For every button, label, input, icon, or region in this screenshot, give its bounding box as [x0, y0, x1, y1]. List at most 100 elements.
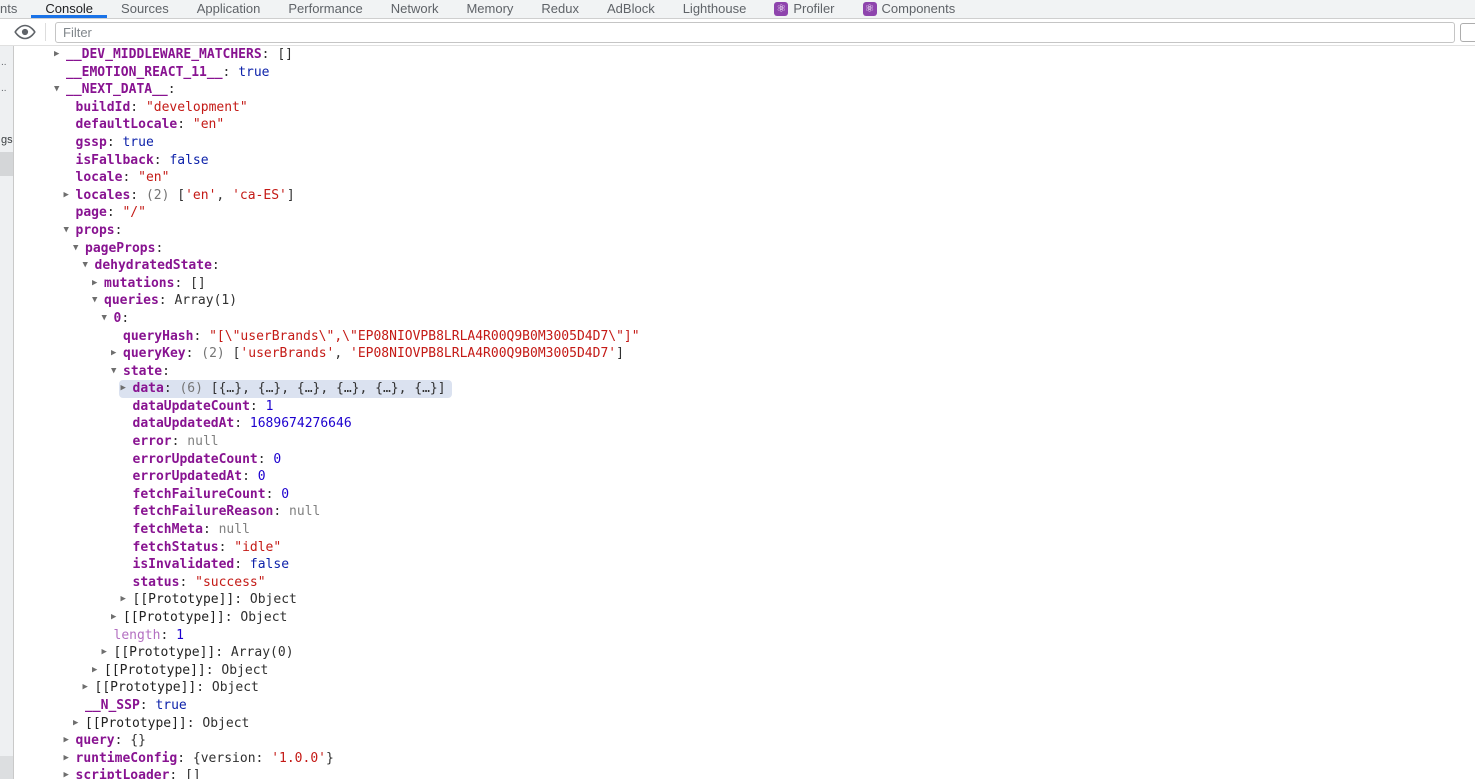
console-tree-row[interactable]: errorUpdateCount: 0 [14, 451, 1475, 469]
expand-arrow-icon[interactable]: ▶ [64, 750, 76, 768]
console-tree-row[interactable]: fetchFailureCount: 0 [14, 486, 1475, 504]
tab-redux[interactable]: Redux [527, 0, 593, 18]
punctuation: : [179, 574, 196, 590]
react-devtools-icon: ⚛ [862, 2, 877, 16]
expand-arrow-icon[interactable]: ▶ [102, 644, 114, 662]
console-tree-row[interactable]: ▶ [[Prototype]]: Object [14, 609, 1475, 627]
tab-sources[interactable]: Sources [107, 0, 183, 18]
console-tree-row[interactable]: ▶ query: {} [14, 732, 1475, 750]
console-tree-row[interactable]: page: "/" [14, 204, 1475, 222]
console-filter-input[interactable] [55, 22, 1455, 43]
sidebar-bottom-item[interactable] [0, 756, 13, 779]
collapse-arrow-icon[interactable]: ▼ [92, 292, 104, 310]
expand-arrow-icon[interactable]: ▶ [111, 345, 123, 363]
console-tree-row[interactable]: fetchStatus: "idle" [14, 539, 1475, 557]
expand-arrow-icon[interactable]: ▶ [64, 767, 76, 779]
console-tree-row[interactable]: length: 1 [14, 627, 1475, 645]
tab-application[interactable]: Application [183, 0, 275, 18]
console-tree-row[interactable]: fetchMeta: null [14, 521, 1475, 539]
expand-arrow-icon[interactable]: ▶ [54, 46, 66, 64]
punctuation: : [114, 222, 123, 238]
console-tree-row[interactable]: isInvalidated: false [14, 556, 1475, 574]
collapse-arrow-icon[interactable]: ▼ [54, 81, 66, 99]
console-tree-row[interactable]: dataUpdatedAt: 1689674276646 [14, 415, 1475, 433]
collapse-arrow-icon[interactable]: ▼ [73, 240, 85, 258]
console-tree-row[interactable]: ▼ queries: Array(1) [14, 292, 1475, 310]
console-tree-row[interactable]: ▶ __DEV_MIDDLEWARE_MATCHERS: [] [14, 46, 1475, 64]
console-tree-row[interactable]: ▶ locales: (2) ['en', 'ca-ES'] [14, 187, 1475, 205]
console-tree-row[interactable]: ▶ [[Prototype]]: Object [14, 715, 1475, 733]
console-tree-row[interactable]: ▼ state: [14, 363, 1475, 381]
sidebar-item-fragment[interactable]: gs [1, 134, 13, 146]
tab-adblock[interactable]: AdBlock [593, 0, 669, 18]
property-key: fetchMeta [132, 522, 203, 538]
prototype-key: [[Prototype]] [104, 662, 206, 678]
array-length-hint: (2) [201, 346, 233, 362]
collapse-arrow-icon[interactable]: ▼ [111, 363, 123, 381]
object-preview: [{…}, {…}, {…}, {…}, {…}, {…}] [210, 381, 446, 397]
string-value: 'EP08NIOVPB8LRLA4R00Q9B0M3005D4D7' [350, 346, 617, 362]
console-tree-row[interactable]: errorUpdatedAt: 0 [14, 468, 1475, 486]
tab-performance[interactable]: Performance [274, 0, 376, 18]
tab-console[interactable]: Console [31, 0, 107, 18]
tab-components[interactable]: ⚛ Components [849, 0, 970, 18]
console-tree-row[interactable]: ▶ queryKey: (2) ['userBrands', 'EP08NIOVP… [14, 345, 1475, 363]
console-tree-row[interactable]: ▼ pageProps: [14, 240, 1475, 258]
console-tree-row[interactable]: status: "success" [14, 574, 1475, 592]
console-tree-row[interactable]: error: null [14, 433, 1475, 451]
console-tree-row[interactable]: __N_SSP: true [14, 697, 1475, 715]
expand-arrow-icon[interactable]: ▶ [73, 715, 85, 733]
expand-arrow-icon[interactable]: ▶ [121, 380, 133, 398]
right-partial-control[interactable] [1460, 23, 1475, 42]
expand-arrow-icon[interactable]: ▶ [92, 275, 104, 293]
collapse-arrow-icon[interactable]: ▼ [83, 257, 95, 275]
console-tree-row[interactable]: ▶ [[Prototype]]: Object [14, 662, 1475, 680]
property-key: status [132, 574, 180, 590]
console-tree-row[interactable]: __EMOTION_REACT_11__: true [14, 64, 1475, 82]
expand-arrow-icon[interactable]: ▶ [92, 662, 104, 680]
console-tree-row[interactable]: isFallback: false [14, 152, 1475, 170]
property-key: queryKey [123, 346, 186, 362]
console-tree-row[interactable]: ▼ dehydratedState: [14, 257, 1475, 275]
console-tree-row[interactable]: ▶ [[Prototype]]: Object [14, 679, 1475, 697]
console-tree-row[interactable]: ▼ __NEXT_DATA__: [14, 81, 1475, 99]
tab-nts[interactable]: nts [0, 0, 31, 18]
tab-memory[interactable]: Memory [452, 0, 527, 18]
property-key: locale [75, 170, 123, 186]
tab-profiler[interactable]: ⚛ Profiler [760, 0, 848, 18]
punctuation: : [273, 504, 290, 520]
console-tree-row[interactable]: ▶ runtimeConfig: {version: '1.0.0'} [14, 750, 1475, 768]
console-tree-row[interactable]: dataUpdateCount: 1 [14, 398, 1475, 416]
console-tree-row[interactable]: fetchFailureReason: null [14, 503, 1475, 521]
console-tree-row[interactable]: ▶ mutations: [] [14, 275, 1475, 293]
console-tree-row[interactable]: ▶ [[Prototype]]: Object [14, 591, 1475, 609]
console-tree-row[interactable]: ▶ [[Prototype]]: Array(0) [14, 644, 1475, 662]
expand-arrow-icon[interactable]: ▶ [121, 591, 133, 609]
console-tree-row[interactable]: ▶ scriptLoader: [] [14, 767, 1475, 779]
object-preview: } [325, 750, 334, 766]
collapse-arrow-icon[interactable]: ▼ [64, 222, 76, 240]
sidebar-selected-item[interactable] [0, 152, 13, 176]
console-tree-row[interactable]: ▼ props: [14, 222, 1475, 240]
live-expression-eye-icon[interactable] [13, 24, 37, 40]
expand-arrow-icon[interactable]: ▶ [64, 187, 76, 205]
console-tree-row[interactable]: gssp: true [14, 134, 1475, 152]
expand-arrow-icon[interactable]: ▶ [111, 609, 123, 627]
console-tree-row[interactable]: locale: "en" [14, 169, 1475, 187]
object-preview: Object [249, 592, 297, 608]
console-tree-row[interactable]: queryHash: "[\"userBrands\",\"EP08NIOVPB… [14, 328, 1475, 346]
property-key: pageProps [85, 240, 156, 256]
tab-network[interactable]: Network [377, 0, 453, 18]
console-tree-row[interactable]: buildId: "development" [14, 99, 1475, 117]
collapse-arrow-icon[interactable]: ▼ [102, 310, 114, 328]
tab-lighthouse[interactable]: Lighthouse [669, 0, 761, 18]
sidebar-item-fragment[interactable]: .. [1, 57, 13, 68]
expand-arrow-icon[interactable]: ▶ [64, 732, 76, 750]
console-tree-row[interactable]: defaultLocale: "en" [14, 116, 1475, 134]
expand-arrow-icon[interactable]: ▶ [83, 679, 95, 697]
object-preview: {} [130, 733, 146, 749]
console-tree-row[interactable]: ▼ 0: [14, 310, 1475, 328]
object-preview: , [334, 346, 350, 362]
sidebar-item-fragment[interactable]: .. [1, 83, 13, 94]
console-tree-row[interactable]: ▶ data: (6) [{…}, {…}, {…}, {…}, {…}, {…}… [14, 380, 1475, 398]
